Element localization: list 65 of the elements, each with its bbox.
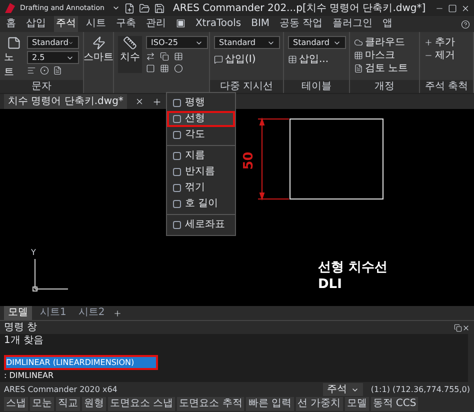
revision-item[interactable]: 클라우드 bbox=[365, 36, 405, 49]
command-output-line: 1개 찾음 bbox=[4, 334, 45, 347]
axis-label: Y bbox=[31, 247, 36, 259]
annotation-text: DLI bbox=[318, 276, 343, 293]
scale-item[interactable]: 추가 bbox=[435, 36, 455, 49]
annotation-dropdown[interactable]: 주석 bbox=[322, 383, 363, 396]
status-toggle[interactable]: 빠른 입력 bbox=[246, 397, 294, 411]
table-insert-button[interactable]: 삽입... bbox=[299, 52, 329, 67]
ribbon-tab[interactable]: 구축 bbox=[114, 16, 138, 32]
status-toggle[interactable]: 도면요소 스냅 bbox=[108, 397, 176, 411]
panel-title: 다중 지시선 bbox=[210, 80, 283, 93]
ribbon-tab[interactable]: ▣ bbox=[174, 16, 188, 32]
ribbon-tab[interactable]: XtraTools bbox=[193, 16, 244, 32]
sheet-tab[interactable]: 시트1 bbox=[36, 306, 70, 320]
sheet-tab[interactable]: 시트2 bbox=[74, 306, 109, 320]
text-height-dropdown[interactable]: 2.5 bbox=[27, 51, 79, 64]
ribbon-tab[interactable]: 주석 bbox=[54, 16, 78, 32]
menu-item[interactable]: 지름 bbox=[167, 148, 235, 164]
document-tab[interactable]: 치수 명령어 단축키.dwg* bbox=[4, 94, 128, 109]
annotation-text: 선형 치수선 bbox=[318, 259, 388, 276]
ribbon-tab[interactable]: BIM bbox=[249, 16, 272, 32]
panel-title: 주석 축척 bbox=[420, 80, 473, 93]
menu-item[interactable]: 각도 bbox=[167, 127, 235, 143]
leader-insert-button[interactable]: 삽입(I) bbox=[225, 52, 256, 67]
status-toggle[interactable]: 동적 CCS bbox=[370, 397, 418, 411]
leader-style-dropdown[interactable]: Standard bbox=[214, 36, 280, 49]
status-toggle[interactable]: 도면요소 추적 bbox=[177, 397, 244, 411]
panel-title: 개정 bbox=[350, 80, 419, 93]
status-toggle[interactable]: 스냅 bbox=[4, 397, 28, 411]
ribbon-tab[interactable]: 홈 bbox=[4, 16, 18, 32]
app-version: ARES Commander 2020 x64 bbox=[4, 384, 118, 396]
smart-button[interactable]: 스마트 bbox=[84, 50, 114, 65]
command-window-title: 명령 창 bbox=[4, 321, 38, 334]
revision-item[interactable]: 검토 노트 bbox=[365, 62, 408, 75]
status-toggle[interactable]: 선 가중치 bbox=[296, 397, 343, 411]
table-style-dropdown[interactable]: Standard bbox=[288, 36, 346, 49]
dimension-value: 50 bbox=[240, 152, 258, 170]
status-toggle[interactable]: 모눈 bbox=[30, 397, 54, 411]
sheet-tab[interactable]: 모델 bbox=[4, 306, 32, 320]
revision-item[interactable]: 마스크 bbox=[365, 49, 395, 62]
coordinates: (1:1) (712.36,774.755,0) bbox=[370, 384, 470, 396]
menu-item[interactable]: 세로좌표 bbox=[167, 217, 235, 233]
ribbon-tab[interactable]: 앱 bbox=[380, 16, 395, 32]
note-button[interactable]: 노트 bbox=[4, 50, 23, 80]
window-title: ARES Commander 202...p[치수 명령어 단축키.dwg*] bbox=[173, 2, 427, 16]
menu-item[interactable]: 꺾기 bbox=[167, 180, 235, 196]
status-toggle[interactable]: 모델 bbox=[344, 397, 369, 411]
scale-item[interactable]: 제거 bbox=[435, 49, 455, 62]
ribbon-tab[interactable]: 공동 작업 bbox=[278, 16, 325, 32]
text-style-dropdown[interactable]: Standard bbox=[27, 36, 79, 49]
menu-item[interactable]: 선형 bbox=[167, 111, 235, 127]
command-suggestion[interactable]: DIMLINEAR (LINEARDIMENSION) bbox=[4, 355, 158, 370]
ribbon-tab[interactable]: 시트 bbox=[84, 16, 108, 32]
panel-title: 테이블 bbox=[284, 80, 349, 93]
ribbon-tab[interactable]: 삽입 bbox=[24, 16, 48, 32]
ribbon-tab[interactable]: 플러그인 bbox=[330, 16, 375, 32]
panel-title: 문자 bbox=[0, 80, 83, 93]
status-toggle[interactable]: 직교 bbox=[56, 397, 80, 411]
ribbon-tab[interactable]: 관리 bbox=[144, 16, 168, 32]
menu-item[interactable]: 반지름 bbox=[167, 164, 235, 180]
status-toggle[interactable]: 원형 bbox=[82, 397, 106, 411]
dimension-style-dropdown[interactable]: ISO-25 bbox=[146, 36, 208, 49]
menu-item[interactable]: 평행 bbox=[167, 95, 235, 111]
command-input[interactable]: : DIMLINEAR bbox=[4, 370, 464, 382]
menu-item[interactable]: 호 길이 bbox=[167, 196, 235, 212]
